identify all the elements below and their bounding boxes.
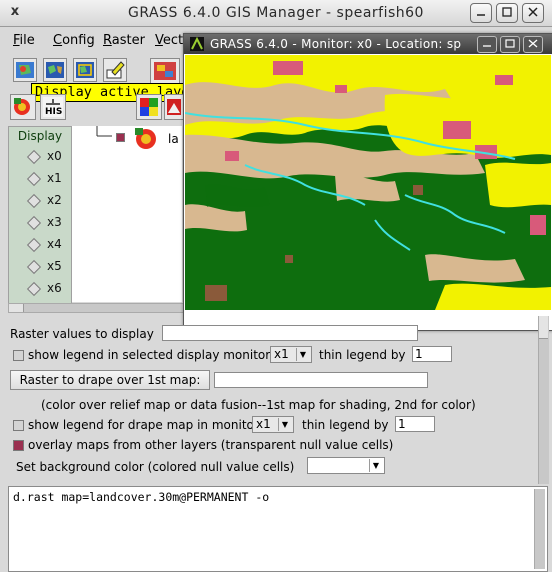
raster-map-icon xyxy=(154,62,176,80)
maximize-icon xyxy=(505,39,515,48)
scroll-thumb[interactable] xyxy=(9,304,24,312)
monitor-title: GRASS 6.4.0 - Monitor: x0 - Location: sp xyxy=(210,37,462,51)
monitor-item-x2[interactable]: x2 xyxy=(9,189,71,211)
raster-layer-icon xyxy=(135,128,156,149)
tree-connector-icon xyxy=(96,126,112,137)
landcover-map[interactable] xyxy=(185,55,551,310)
show-legend-checkbox[interactable] xyxy=(13,350,24,361)
scroll-thumb[interactable] xyxy=(539,316,548,339)
overlay-label: overlay maps from other layers (transpar… xyxy=(28,438,394,452)
monitor-item-x6[interactable]: x6 xyxy=(9,277,71,299)
eraser-icon xyxy=(106,61,125,79)
drape-monitor-select[interactable]: x1 ▼ xyxy=(252,416,294,433)
maximize-icon xyxy=(502,7,512,17)
command-text[interactable]: d.rast map=landcover.30m@PERMANENT -o xyxy=(8,486,548,572)
monitor-radio-icon[interactable] xyxy=(26,281,42,297)
grass-app-icon xyxy=(190,37,204,51)
zoom-region-button[interactable] xyxy=(73,58,97,82)
drape-note: (color over relief map or data fusion--1… xyxy=(41,398,476,412)
display-active-layers-button[interactable] xyxy=(13,58,37,82)
erase-display-button[interactable] xyxy=(103,58,127,82)
close-button[interactable] xyxy=(522,3,544,23)
his-label: HIS xyxy=(45,107,63,117)
monitor-minimize-button[interactable] xyxy=(477,36,497,53)
chevron-down-icon: ▼ xyxy=(278,418,291,431)
monitor-titlebar: GRASS 6.4.0 - Monitor: x0 - Location: sp xyxy=(184,34,552,54)
show-drape-legend-label: show legend for drape map in monitor xyxy=(28,418,259,432)
monitor-item-x0[interactable]: x0 xyxy=(9,145,71,167)
monitor-item-x1[interactable]: x1 xyxy=(9,167,71,189)
show-drape-legend-checkbox[interactable] xyxy=(13,420,24,431)
background-color-label: Set background color (colored null value… xyxy=(16,460,295,474)
region-map-icon xyxy=(76,62,94,78)
raster-values-label: Raster values to display xyxy=(10,327,154,341)
drape-raster-input[interactable] xyxy=(214,372,428,388)
monitor-maximize-button[interactable] xyxy=(500,36,520,53)
thin-legend-input[interactable]: 1 xyxy=(412,346,452,362)
thin-legend-label: thin legend by xyxy=(319,348,406,362)
add-rgb-button[interactable] xyxy=(136,94,162,120)
georectify-button[interactable] xyxy=(150,58,180,84)
monitor-item-x5[interactable]: x5 xyxy=(9,255,71,277)
layer-tree: la xyxy=(72,126,182,302)
monitor-item-x3[interactable]: x3 xyxy=(9,211,71,233)
add-raster-button[interactable] xyxy=(10,94,36,120)
show-legend-label: show legend in selected display monitor xyxy=(28,348,271,362)
monitor-radio-icon[interactable] xyxy=(26,171,42,187)
close-icon xyxy=(528,7,538,17)
chevron-down-icon: ▼ xyxy=(369,459,382,472)
monitor-radio-icon[interactable] xyxy=(26,215,42,231)
monitor-close-button[interactable] xyxy=(523,36,543,53)
maximize-button[interactable] xyxy=(496,3,518,23)
rgb-icon xyxy=(140,98,158,116)
raster-layer-icon xyxy=(13,97,33,117)
world-map-icon xyxy=(46,62,64,78)
menu-config[interactable]: Config xyxy=(53,33,95,48)
raster-values-input[interactable] xyxy=(162,325,418,341)
menu-raster[interactable]: Raster xyxy=(103,33,145,48)
monitor-window: GRASS 6.4.0 - Monitor: x0 - Location: sp xyxy=(183,33,552,331)
add-his-button[interactable]: HIS xyxy=(40,94,66,120)
display-panel-header: Display xyxy=(17,129,63,143)
thin-legend-drape-input[interactable]: 1 xyxy=(395,416,435,432)
add-vector-button[interactable] xyxy=(164,94,184,120)
overlay-checkbox[interactable] xyxy=(13,440,24,451)
window-titlebar: x GRASS 6.4.0 GIS Manager - spearfish60 xyxy=(0,0,552,27)
background-color-select[interactable]: ▼ xyxy=(307,457,385,474)
monitor-radio-icon[interactable] xyxy=(26,149,42,165)
minimize-icon xyxy=(477,14,485,16)
layer-visible-checkbox[interactable] xyxy=(116,133,125,142)
thin-legend-drape-label: thin legend by xyxy=(302,418,389,432)
vector-layer-icon xyxy=(167,99,181,115)
display-all-layers-button[interactable] xyxy=(43,58,67,82)
chevron-down-icon: ▼ xyxy=(296,348,309,361)
display-panel: Display x0 x1 x2 x3 x4 x5 x6 xyxy=(8,126,72,304)
close-icon xyxy=(528,39,538,48)
minimize-icon xyxy=(483,45,491,47)
monitor-radio-icon[interactable] xyxy=(26,193,42,209)
options-vertical-scrollbar[interactable] xyxy=(538,316,549,484)
drape-raster-button[interactable]: Raster to drape over 1st map: xyxy=(10,370,210,390)
monitor-item-x4[interactable]: x4 xyxy=(9,233,71,255)
layer-label[interactable]: la xyxy=(168,132,179,146)
display-map-icon xyxy=(16,62,34,78)
command-vertical-scrollbar[interactable] xyxy=(534,489,545,569)
monitor-radio-icon[interactable] xyxy=(26,237,42,253)
command-line: d.rast map=landcover.30m@PERMANENT -o xyxy=(13,490,270,504)
minimize-button[interactable] xyxy=(470,3,492,23)
options-panel: Raster values to display show legend in … xyxy=(0,312,552,486)
menu-file[interactable]: File xyxy=(13,33,35,48)
legend-monitor-select[interactable]: x1 ▼ xyxy=(270,346,312,363)
monitor-radio-icon[interactable] xyxy=(26,259,42,275)
